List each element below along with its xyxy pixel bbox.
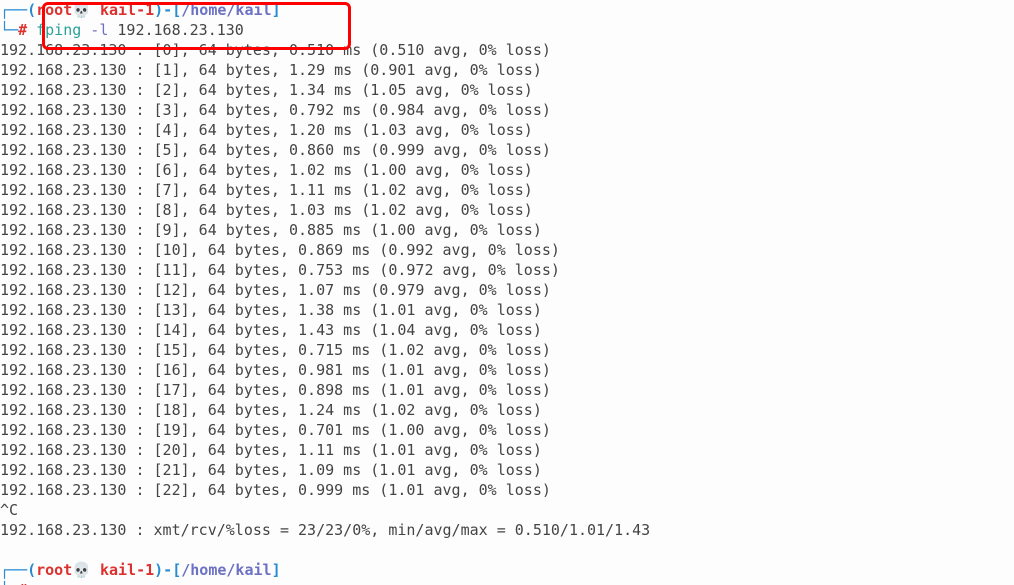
ping-reply-line: 192.168.23.130 : [16], 64 bytes, 0.981 m… (0, 360, 1014, 380)
ping-text: 192.168.23.130 : [3], 64 bytes, 0.792 ms… (0, 101, 551, 119)
terminal-line (0, 540, 1014, 560)
terminal-line: ┌──(root💀 kail-1)-[/home/kail] (0, 0, 1014, 20)
terminal-line: └─# (0, 580, 1014, 585)
terminal-line: └─# fping -l 192.168.23.130 (0, 20, 1014, 40)
ping-text: 192.168.23.130 : [11], 64 bytes, 0.753 m… (0, 261, 560, 279)
ping-text: 192.168.23.130 : [17], 64 bytes, 0.898 m… (0, 381, 551, 399)
ping-reply-line: 192.168.23.130 : [6], 64 bytes, 1.02 ms … (0, 160, 1014, 180)
ping-reply-line: 192.168.23.130 : [21], 64 bytes, 1.09 ms… (0, 460, 1014, 480)
ping-text: 192.168.23.130 : [1], 64 bytes, 1.29 ms … (0, 61, 542, 79)
prompt-line2: └─ (0, 581, 18, 585)
ping-text: 192.168.23.130 : [12], 64 bytes, 1.07 ms… (0, 281, 551, 299)
ping-reply-line: 192.168.23.130 : [22], 64 bytes, 0.999 m… (0, 480, 1014, 500)
prompt-user: root (36, 1, 72, 19)
ping-reply-line: 192.168.23.130 : [11], 64 bytes, 0.753 m… (0, 260, 1014, 280)
prompt-open: ┌──( (0, 561, 36, 579)
ping-reply-line: 192.168.23.130 : [17], 64 bytes, 0.898 m… (0, 380, 1014, 400)
ping-reply-line: 192.168.23.130 : [12], 64 bytes, 1.07 ms… (0, 280, 1014, 300)
ctrl-c: ^C (0, 501, 18, 519)
ping-reply-line: 192.168.23.130 : [5], 64 bytes, 0.860 ms… (0, 140, 1014, 160)
ping-text: 192.168.23.130 : [2], 64 bytes, 1.34 ms … (0, 81, 533, 99)
ping-reply-line: 192.168.23.130 : [13], 64 bytes, 1.38 ms… (0, 300, 1014, 320)
ping-text: 192.168.23.130 : [9], 64 bytes, 0.885 ms… (0, 221, 542, 239)
command-binary: fping (36, 21, 81, 39)
prompt-bracket-close: ] (272, 561, 281, 579)
prompt-bracket-close: ] (272, 1, 281, 19)
ping-reply-line: 192.168.23.130 : [7], 64 bytes, 1.11 ms … (0, 180, 1014, 200)
ping-reply-line: 192.168.23.130 : [20], 64 bytes, 1.11 ms… (0, 440, 1014, 460)
ping-text: 192.168.23.130 : [19], 64 bytes, 0.701 m… (0, 421, 551, 439)
ping-reply-line: 192.168.23.130 : [9], 64 bytes, 0.885 ms… (0, 220, 1014, 240)
prompt-user: root (36, 561, 72, 579)
ping-reply-line: 192.168.23.130 : [3], 64 bytes, 0.792 ms… (0, 100, 1014, 120)
command-flag: -l (81, 21, 108, 39)
ping-reply-line: 192.168.23.130 : [8], 64 bytes, 1.03 ms … (0, 200, 1014, 220)
terminal-output[interactable]: ┌──(root💀 kail-1)-[/home/kail]└─# fping … (0, 0, 1014, 585)
prompt-line2: └─ (0, 21, 18, 39)
ping-text: 192.168.23.130 : [4], 64 bytes, 1.20 ms … (0, 121, 533, 139)
prompt-host: kail-1 (91, 561, 154, 579)
ping-reply-line: 192.168.23.130 : [14], 64 bytes, 1.43 ms… (0, 320, 1014, 340)
ping-text: 192.168.23.130 : [21], 64 bytes, 1.09 ms… (0, 461, 542, 479)
summary-line: 192.168.23.130 : xmt/rcv/%loss = 23/23/0… (0, 520, 1014, 540)
prompt-host: kail-1 (91, 1, 154, 19)
ping-reply-line: 192.168.23.130 : [18], 64 bytes, 1.24 ms… (0, 400, 1014, 420)
ping-reply-line: 192.168.23.130 : [0], 64 bytes, 0.510 ms… (0, 40, 1014, 60)
ping-text: 192.168.23.130 : [7], 64 bytes, 1.11 ms … (0, 181, 533, 199)
prompt-bracket-open: )-[ (154, 561, 181, 579)
ping-text: 192.168.23.130 : [10], 64 bytes, 0.869 m… (0, 241, 560, 259)
ping-text: 192.168.23.130 : [5], 64 bytes, 0.860 ms… (0, 141, 551, 159)
prompt-path: /home/kail (181, 561, 271, 579)
ping-text: 192.168.23.130 : [15], 64 bytes, 0.715 m… (0, 341, 551, 359)
ping-text: 192.168.23.130 : [14], 64 bytes, 1.43 ms… (0, 321, 542, 339)
ping-reply-line: 192.168.23.130 : [4], 64 bytes, 1.20 ms … (0, 120, 1014, 140)
ping-text: 192.168.23.130 : [8], 64 bytes, 1.03 ms … (0, 201, 533, 219)
prompt-bracket-open: )-[ (154, 1, 181, 19)
ping-text: 192.168.23.130 : [20], 64 bytes, 1.11 ms… (0, 441, 542, 459)
ping-text: 192.168.23.130 : [22], 64 bytes, 0.999 m… (0, 481, 551, 499)
ping-text: 192.168.23.130 : [13], 64 bytes, 1.38 ms… (0, 301, 542, 319)
prompt-hash: # (18, 581, 36, 585)
ping-text: 192.168.23.130 : [0], 64 bytes, 0.510 ms… (0, 41, 551, 59)
terminal-line: ┌──(root💀 kail-1)-[/home/kail] (0, 560, 1014, 580)
ping-text: 192.168.23.130 : [18], 64 bytes, 1.24 ms… (0, 401, 542, 419)
ping-reply-line: 192.168.23.130 : [10], 64 bytes, 0.869 m… (0, 240, 1014, 260)
summary-text: 192.168.23.130 : xmt/rcv/%loss = 23/23/0… (0, 521, 650, 539)
prompt-hash: # (18, 21, 36, 39)
command-argument: 192.168.23.130 (108, 21, 243, 39)
ping-reply-line: 192.168.23.130 : [1], 64 bytes, 1.29 ms … (0, 60, 1014, 80)
ping-text: 192.168.23.130 : [16], 64 bytes, 0.981 m… (0, 361, 551, 379)
ping-reply-line: 192.168.23.130 : [2], 64 bytes, 1.34 ms … (0, 80, 1014, 100)
ping-reply-line: 192.168.23.130 : [19], 64 bytes, 0.701 m… (0, 420, 1014, 440)
skull-icon: 💀 (72, 1, 91, 19)
ping-reply-line: 192.168.23.130 : [15], 64 bytes, 0.715 m… (0, 340, 1014, 360)
prompt-open: ┌──( (0, 1, 36, 19)
skull-icon: 💀 (72, 561, 91, 579)
interrupt-line: ^C (0, 500, 1014, 520)
ping-text: 192.168.23.130 : [6], 64 bytes, 1.02 ms … (0, 161, 533, 179)
prompt-path: /home/kail (181, 1, 271, 19)
